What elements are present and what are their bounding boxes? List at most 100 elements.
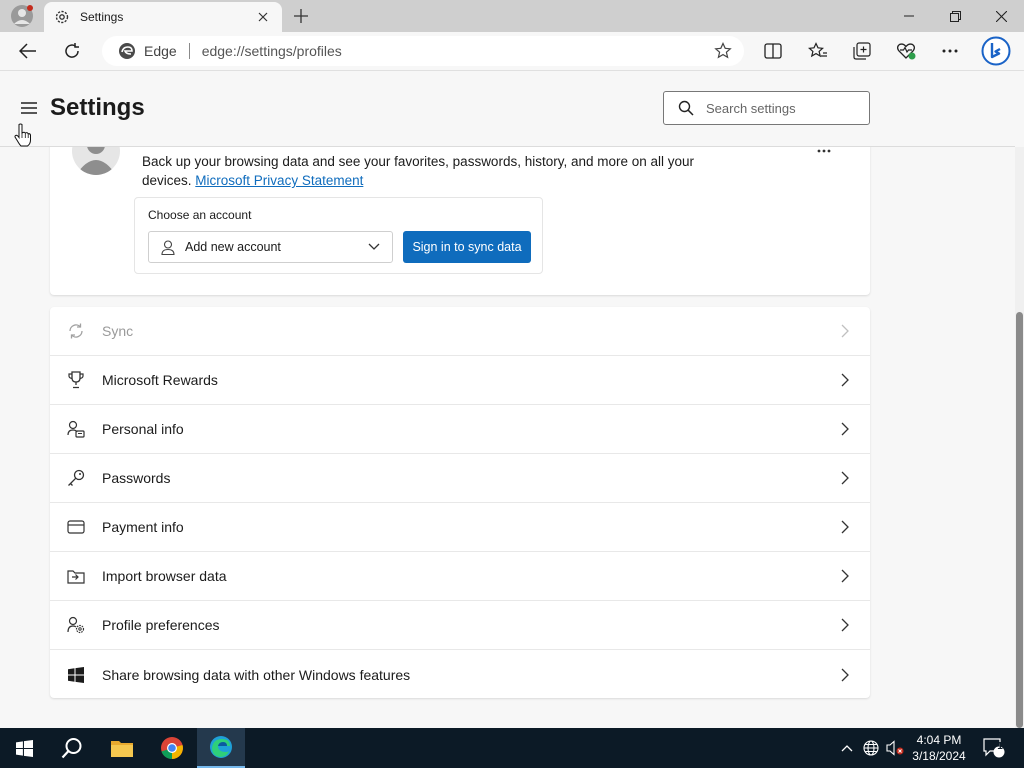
show-hidden-icons-button[interactable] xyxy=(836,728,858,768)
chevron-right-icon xyxy=(838,617,852,633)
edge-logo-icon xyxy=(119,43,135,59)
list-item-label: Import browser data xyxy=(102,568,227,584)
list-item-label: Payment info xyxy=(102,519,184,535)
network-button[interactable] xyxy=(860,728,882,768)
list-item-sync[interactable]: Sync xyxy=(50,307,870,356)
chevron-right-icon xyxy=(838,372,852,388)
url-text[interactable]: edge://settings/profiles xyxy=(202,43,714,59)
close-window-button[interactable] xyxy=(978,0,1024,32)
chevron-right-icon xyxy=(838,421,852,437)
address-bar[interactable]: Edge edge://settings/profiles xyxy=(102,36,744,66)
more-horizontal-icon xyxy=(817,149,831,153)
list-item-label: Sync xyxy=(102,323,134,339)
tab-settings[interactable]: Settings xyxy=(44,2,282,32)
hamburger-menu-icon xyxy=(21,102,37,114)
list-item-label: Personal info xyxy=(102,421,184,437)
backup-description: Back up your browsing data and see your … xyxy=(142,152,742,190)
list-item-personal-info[interactable]: Personal info xyxy=(50,405,870,454)
settings-content: Back up your browsing data and see your … xyxy=(0,147,1015,728)
list-item-profile-preferences[interactable]: Profile preferences xyxy=(50,601,870,650)
windows-icon xyxy=(66,665,86,685)
volume-muted-icon xyxy=(886,740,904,756)
edge-icon xyxy=(210,736,232,758)
account-dropdown-value: Add new account xyxy=(185,240,281,254)
scrollbar-thumb[interactable] xyxy=(1016,312,1023,728)
search-input[interactable] xyxy=(706,100,856,116)
avatar xyxy=(72,147,120,175)
copilot-button[interactable] xyxy=(979,36,1013,66)
account-card: Back up your browsing data and see your … xyxy=(50,147,870,295)
collections-button[interactable] xyxy=(846,36,878,66)
tab-strip: Settings xyxy=(0,0,1024,32)
list-item-label: Passwords xyxy=(102,470,171,486)
page-scrollbar[interactable] xyxy=(1015,147,1024,728)
plus-icon xyxy=(294,9,308,23)
windows-start-icon xyxy=(15,739,33,757)
search-icon xyxy=(678,100,694,116)
profile-avatar-icon xyxy=(11,5,33,27)
profile-settings-list: Sync Microsoft Rewards Personal info Pas… xyxy=(50,307,870,698)
globe-icon xyxy=(863,740,879,756)
back-arrow-icon xyxy=(19,43,36,59)
account-dropdown[interactable]: Add new account xyxy=(148,231,393,263)
restore-button[interactable] xyxy=(932,0,978,32)
profile-button[interactable] xyxy=(8,3,36,29)
close-icon xyxy=(258,12,268,22)
settings-and-more-button[interactable] xyxy=(934,36,966,66)
minimize-icon xyxy=(904,15,914,17)
trophy-icon xyxy=(66,370,86,390)
split-screen-button[interactable] xyxy=(757,36,789,66)
key-icon xyxy=(66,468,86,488)
chevron-right-icon xyxy=(838,519,852,535)
chrome-icon xyxy=(161,737,183,760)
sync-icon xyxy=(66,321,86,341)
address-separator xyxy=(188,43,190,59)
collections-icon xyxy=(853,42,871,60)
clock-time: 4:04 PM xyxy=(916,733,962,747)
choose-account-panel: Choose an account Add new account Sign i… xyxy=(134,197,543,274)
bing-copilot-icon xyxy=(981,36,1011,66)
favorites-list-icon xyxy=(808,42,827,58)
taskbar-edge[interactable] xyxy=(197,728,245,768)
sign-in-sync-button[interactable]: Sign in to sync data xyxy=(403,231,531,263)
heart-pulse-icon xyxy=(896,43,916,60)
list-item-passwords[interactable]: Passwords xyxy=(50,454,870,503)
minimize-button[interactable] xyxy=(886,0,932,32)
favorite-star-icon[interactable] xyxy=(714,42,732,60)
start-button[interactable] xyxy=(0,728,48,768)
chevron-right-icon xyxy=(838,568,852,584)
refresh-button[interactable] xyxy=(56,36,88,66)
taskbar-clock[interactable]: 4:04 PM 3/18/2024 xyxy=(903,732,975,764)
favorites-button[interactable] xyxy=(802,36,834,66)
account-more-button[interactable] xyxy=(813,147,835,159)
credit-card-icon xyxy=(66,517,86,537)
person-icon xyxy=(161,239,175,255)
taskbar-search-button[interactable] xyxy=(48,728,96,768)
taskbar-file-explorer[interactable] xyxy=(98,728,146,768)
gear-icon xyxy=(55,10,69,24)
notification-count: 1 xyxy=(997,741,1003,752)
clock-date: 3/18/2024 xyxy=(912,749,966,763)
list-item-label: Microsoft Rewards xyxy=(102,372,218,388)
settings-header: Settings xyxy=(0,71,1015,147)
taskbar-chrome[interactable] xyxy=(148,728,196,768)
new-tab-button[interactable] xyxy=(288,4,314,28)
back-button[interactable] xyxy=(12,36,44,66)
site-label: Edge xyxy=(144,43,177,59)
menu-button[interactable] xyxy=(16,97,42,119)
split-screen-icon xyxy=(764,43,782,59)
privacy-statement-link[interactable]: Microsoft Privacy Statement xyxy=(195,173,363,188)
list-item-import-browser-data[interactable]: Import browser data xyxy=(50,552,870,601)
list-item-share-browsing-data[interactable]: Share browsing data with other Windows f… xyxy=(50,650,870,699)
chevron-right-icon xyxy=(838,470,852,486)
list-item-payment-info[interactable]: Payment info xyxy=(50,503,870,552)
browser-essentials-button[interactable] xyxy=(890,36,922,66)
close-icon xyxy=(995,10,1007,22)
search-icon xyxy=(61,738,82,759)
search-settings-box[interactable] xyxy=(663,91,870,125)
person-card-icon xyxy=(66,419,86,439)
list-item-microsoft-rewards[interactable]: Microsoft Rewards xyxy=(50,356,870,405)
notification-center-button[interactable]: 1 xyxy=(980,728,1008,768)
list-item-label: Profile preferences xyxy=(102,617,220,633)
tab-close-button[interactable] xyxy=(254,8,272,26)
